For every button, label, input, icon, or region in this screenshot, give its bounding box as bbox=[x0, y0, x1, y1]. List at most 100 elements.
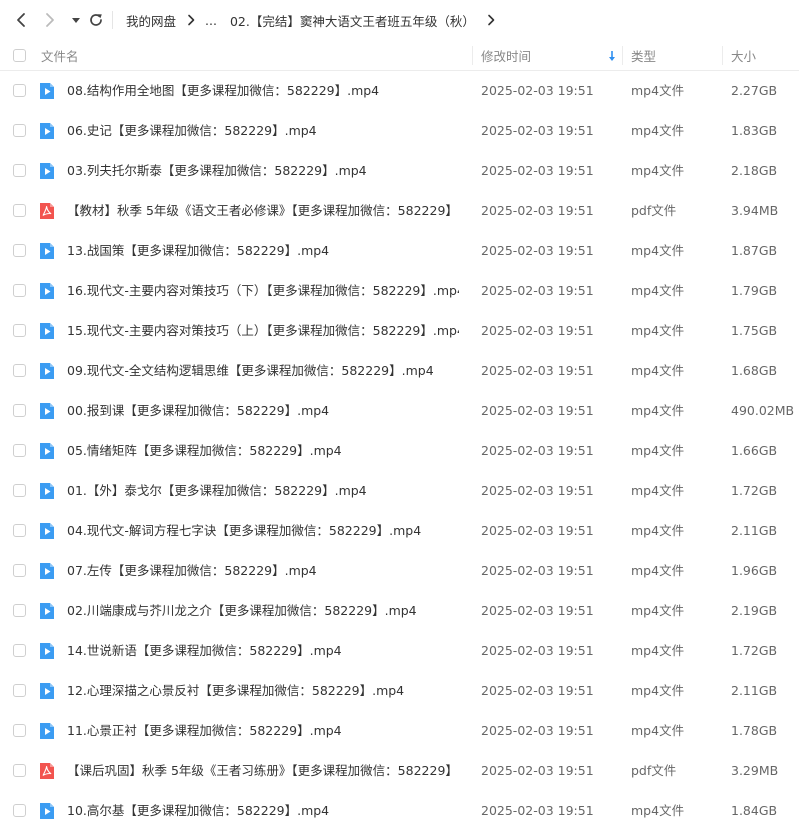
row-checkbox[interactable] bbox=[13, 164, 26, 177]
pdf-icon bbox=[40, 203, 54, 219]
breadcrumb-root[interactable]: 我的网盘 bbox=[126, 11, 176, 30]
row-checkbox[interactable] bbox=[13, 204, 26, 217]
breadcrumb-current[interactable]: 02.【完结】窦神大语文王者班五年级（秋） bbox=[230, 11, 475, 30]
file-row[interactable]: 16.现代文-主要内容对策技巧（下）【更多课程加微信：582229】.mp4 2… bbox=[0, 271, 799, 311]
row-checkbox[interactable] bbox=[13, 564, 26, 577]
file-size: 1.84GB bbox=[731, 803, 778, 818]
row-checkbox[interactable] bbox=[13, 324, 26, 337]
file-size: 1.72GB bbox=[731, 643, 778, 658]
row-checkbox[interactable] bbox=[13, 604, 26, 617]
file-row[interactable]: 【课后巩固】秋季 5年级《王者习练册》【更多课程加微信：582229】.... … bbox=[0, 751, 799, 791]
file-name[interactable]: 04.现代文-解词方程七字诀【更多课程加微信：582229】.mp4 bbox=[67, 511, 459, 551]
video-icon bbox=[40, 603, 54, 619]
row-checkbox[interactable] bbox=[13, 724, 26, 737]
video-icon bbox=[40, 723, 54, 739]
file-modified: 2025-02-03 19:51 bbox=[481, 723, 594, 738]
column-header-modified[interactable]: 修改时间 bbox=[481, 40, 531, 71]
row-checkbox[interactable] bbox=[13, 84, 26, 97]
row-checkbox[interactable] bbox=[13, 764, 26, 777]
file-name[interactable]: 16.现代文-主要内容对策技巧（下）【更多课程加微信：582229】.mp4 bbox=[67, 271, 459, 311]
file-row[interactable]: 04.现代文-解词方程七字诀【更多课程加微信：582229】.mp4 2025-… bbox=[0, 511, 799, 551]
file-row[interactable]: 10.高尔基【更多课程加微信：582229】.mp4 2025-02-03 19… bbox=[0, 791, 799, 831]
file-name[interactable]: 09.现代文-全文结构逻辑思维【更多课程加微信：582229】.mp4 bbox=[67, 351, 459, 391]
file-row[interactable]: 14.世说新语【更多课程加微信：582229】.mp4 2025-02-03 1… bbox=[0, 631, 799, 671]
file-name[interactable]: 14.世说新语【更多课程加微信：582229】.mp4 bbox=[67, 631, 459, 671]
video-icon bbox=[40, 563, 54, 579]
file-name[interactable]: 03.列夫托尔斯泰【更多课程加微信：582229】.mp4 bbox=[67, 151, 459, 191]
file-type: mp4文件 bbox=[631, 83, 685, 98]
file-row[interactable]: 11.心景正衬【更多课程加微信：582229】.mp4 2025-02-03 1… bbox=[0, 711, 799, 751]
file-row[interactable]: 06.史记【更多课程加微信：582229】.mp4 2025-02-03 19:… bbox=[0, 111, 799, 151]
file-modified: 2025-02-03 19:51 bbox=[481, 243, 594, 258]
file-name[interactable]: 11.心景正衬【更多课程加微信：582229】.mp4 bbox=[67, 711, 459, 751]
back-button[interactable] bbox=[11, 10, 31, 30]
row-checkbox[interactable] bbox=[13, 684, 26, 697]
file-name[interactable]: 【教材】秋季 5年级《语文王者必修课》【更多课程加微信：582229】.... bbox=[67, 191, 459, 231]
row-checkbox[interactable] bbox=[13, 524, 26, 537]
file-name[interactable]: 01.【外】泰戈尔【更多课程加微信：582229】.mp4 bbox=[67, 471, 459, 511]
row-checkbox[interactable] bbox=[13, 284, 26, 297]
file-type: pdf文件 bbox=[631, 203, 677, 218]
file-modified: 2025-02-03 19:51 bbox=[481, 603, 594, 618]
row-checkbox[interactable] bbox=[13, 364, 26, 377]
row-checkbox[interactable] bbox=[13, 404, 26, 417]
file-row[interactable]: 15.现代文-主要内容对策技巧（上）【更多课程加微信：582229】.mp4 2… bbox=[0, 311, 799, 351]
caret-down-icon bbox=[72, 18, 80, 23]
column-header-type[interactable]: 类型 bbox=[631, 40, 656, 71]
refresh-button[interactable] bbox=[86, 10, 106, 30]
file-row[interactable]: 03.列夫托尔斯泰【更多课程加微信：582229】.mp4 2025-02-03… bbox=[0, 151, 799, 191]
file-modified: 2025-02-03 19:51 bbox=[481, 203, 594, 218]
file-type: mp4文件 bbox=[631, 603, 685, 618]
file-name[interactable]: 00.报到课【更多课程加微信：582229】.mp4 bbox=[67, 391, 459, 431]
file-name[interactable]: 13.战国策【更多课程加微信：582229】.mp4 bbox=[67, 231, 459, 271]
file-modified: 2025-02-03 19:51 bbox=[481, 763, 594, 778]
file-name[interactable]: 10.高尔基【更多课程加微信：582229】.mp4 bbox=[67, 791, 459, 831]
pdf-icon bbox=[40, 763, 54, 779]
file-size: 2.27GB bbox=[731, 83, 778, 98]
column-header-size[interactable]: 大小 bbox=[731, 40, 756, 71]
breadcrumb-ellipsis[interactable]: ... bbox=[205, 13, 217, 28]
file-row[interactable]: 【教材】秋季 5年级《语文王者必修课》【更多课程加微信：582229】.... … bbox=[0, 191, 799, 231]
file-row[interactable]: 12.心理深描之心景反衬【更多课程加微信：582229】.mp4 2025-02… bbox=[0, 671, 799, 711]
file-name[interactable]: 15.现代文-主要内容对策技巧（上）【更多课程加微信：582229】.mp4 bbox=[67, 311, 459, 351]
file-row[interactable]: 00.报到课【更多课程加微信：582229】.mp4 2025-02-03 19… bbox=[0, 391, 799, 431]
row-checkbox[interactable] bbox=[13, 484, 26, 497]
file-name[interactable]: 05.情绪矩阵【更多课程加微信：582229】.mp4 bbox=[67, 431, 459, 471]
video-icon bbox=[40, 443, 54, 459]
row-checkbox[interactable] bbox=[13, 804, 26, 817]
file-name[interactable]: 06.史记【更多课程加微信：582229】.mp4 bbox=[67, 111, 459, 151]
file-row[interactable]: 02.川端康成与芥川龙之介【更多课程加微信：582229】.mp4 2025-0… bbox=[0, 591, 799, 631]
file-name[interactable]: 07.左传【更多课程加微信：582229】.mp4 bbox=[67, 551, 459, 591]
file-row[interactable]: 08.结构作用全地图【更多课程加微信：582229】.mp4 2025-02-0… bbox=[0, 71, 799, 111]
file-name[interactable]: 02.川端康成与芥川龙之介【更多课程加微信：582229】.mp4 bbox=[67, 591, 459, 631]
row-checkbox[interactable] bbox=[13, 244, 26, 257]
file-type: mp4文件 bbox=[631, 683, 685, 698]
row-checkbox[interactable] bbox=[13, 124, 26, 137]
video-icon bbox=[40, 323, 54, 339]
file-row[interactable]: 05.情绪矩阵【更多课程加微信：582229】.mp4 2025-02-03 1… bbox=[0, 431, 799, 471]
row-checkbox[interactable] bbox=[13, 644, 26, 657]
sort-descending-icon[interactable] bbox=[608, 40, 616, 71]
file-row[interactable]: 07.左传【更多课程加微信：582229】.mp4 2025-02-03 19:… bbox=[0, 551, 799, 591]
file-row[interactable]: 13.战国策【更多课程加微信：582229】.mp4 2025-02-03 19… bbox=[0, 231, 799, 271]
file-row[interactable]: 01.【外】泰戈尔【更多课程加微信：582229】.mp4 2025-02-03… bbox=[0, 471, 799, 511]
file-type: mp4文件 bbox=[631, 643, 685, 658]
file-name[interactable]: 08.结构作用全地图【更多课程加微信：582229】.mp4 bbox=[67, 71, 459, 111]
file-size: 1.66GB bbox=[731, 443, 778, 458]
toolbar-divider bbox=[112, 11, 113, 29]
file-size: 3.94MB bbox=[731, 203, 779, 218]
file-name[interactable]: 12.心理深描之心景反衬【更多课程加微信：582229】.mp4 bbox=[67, 671, 459, 711]
column-header-name[interactable]: 文件名 bbox=[41, 40, 79, 71]
row-checkbox[interactable] bbox=[13, 444, 26, 457]
forward-button[interactable] bbox=[40, 10, 60, 30]
breadcrumb-expand-icon[interactable] bbox=[487, 14, 495, 26]
file-size: 2.18GB bbox=[731, 163, 778, 178]
video-icon bbox=[40, 523, 54, 539]
file-row[interactable]: 09.现代文-全文结构逻辑思维【更多课程加微信：582229】.mp4 2025… bbox=[0, 351, 799, 391]
history-dropdown-button[interactable] bbox=[66, 10, 86, 30]
select-all-checkbox[interactable] bbox=[13, 40, 26, 71]
file-modified: 2025-02-03 19:51 bbox=[481, 363, 594, 378]
file-name[interactable]: 【课后巩固】秋季 5年级《王者习练册》【更多课程加微信：582229】.... bbox=[67, 751, 459, 791]
chevron-left-icon bbox=[17, 13, 25, 27]
file-size: 3.29MB bbox=[731, 763, 779, 778]
